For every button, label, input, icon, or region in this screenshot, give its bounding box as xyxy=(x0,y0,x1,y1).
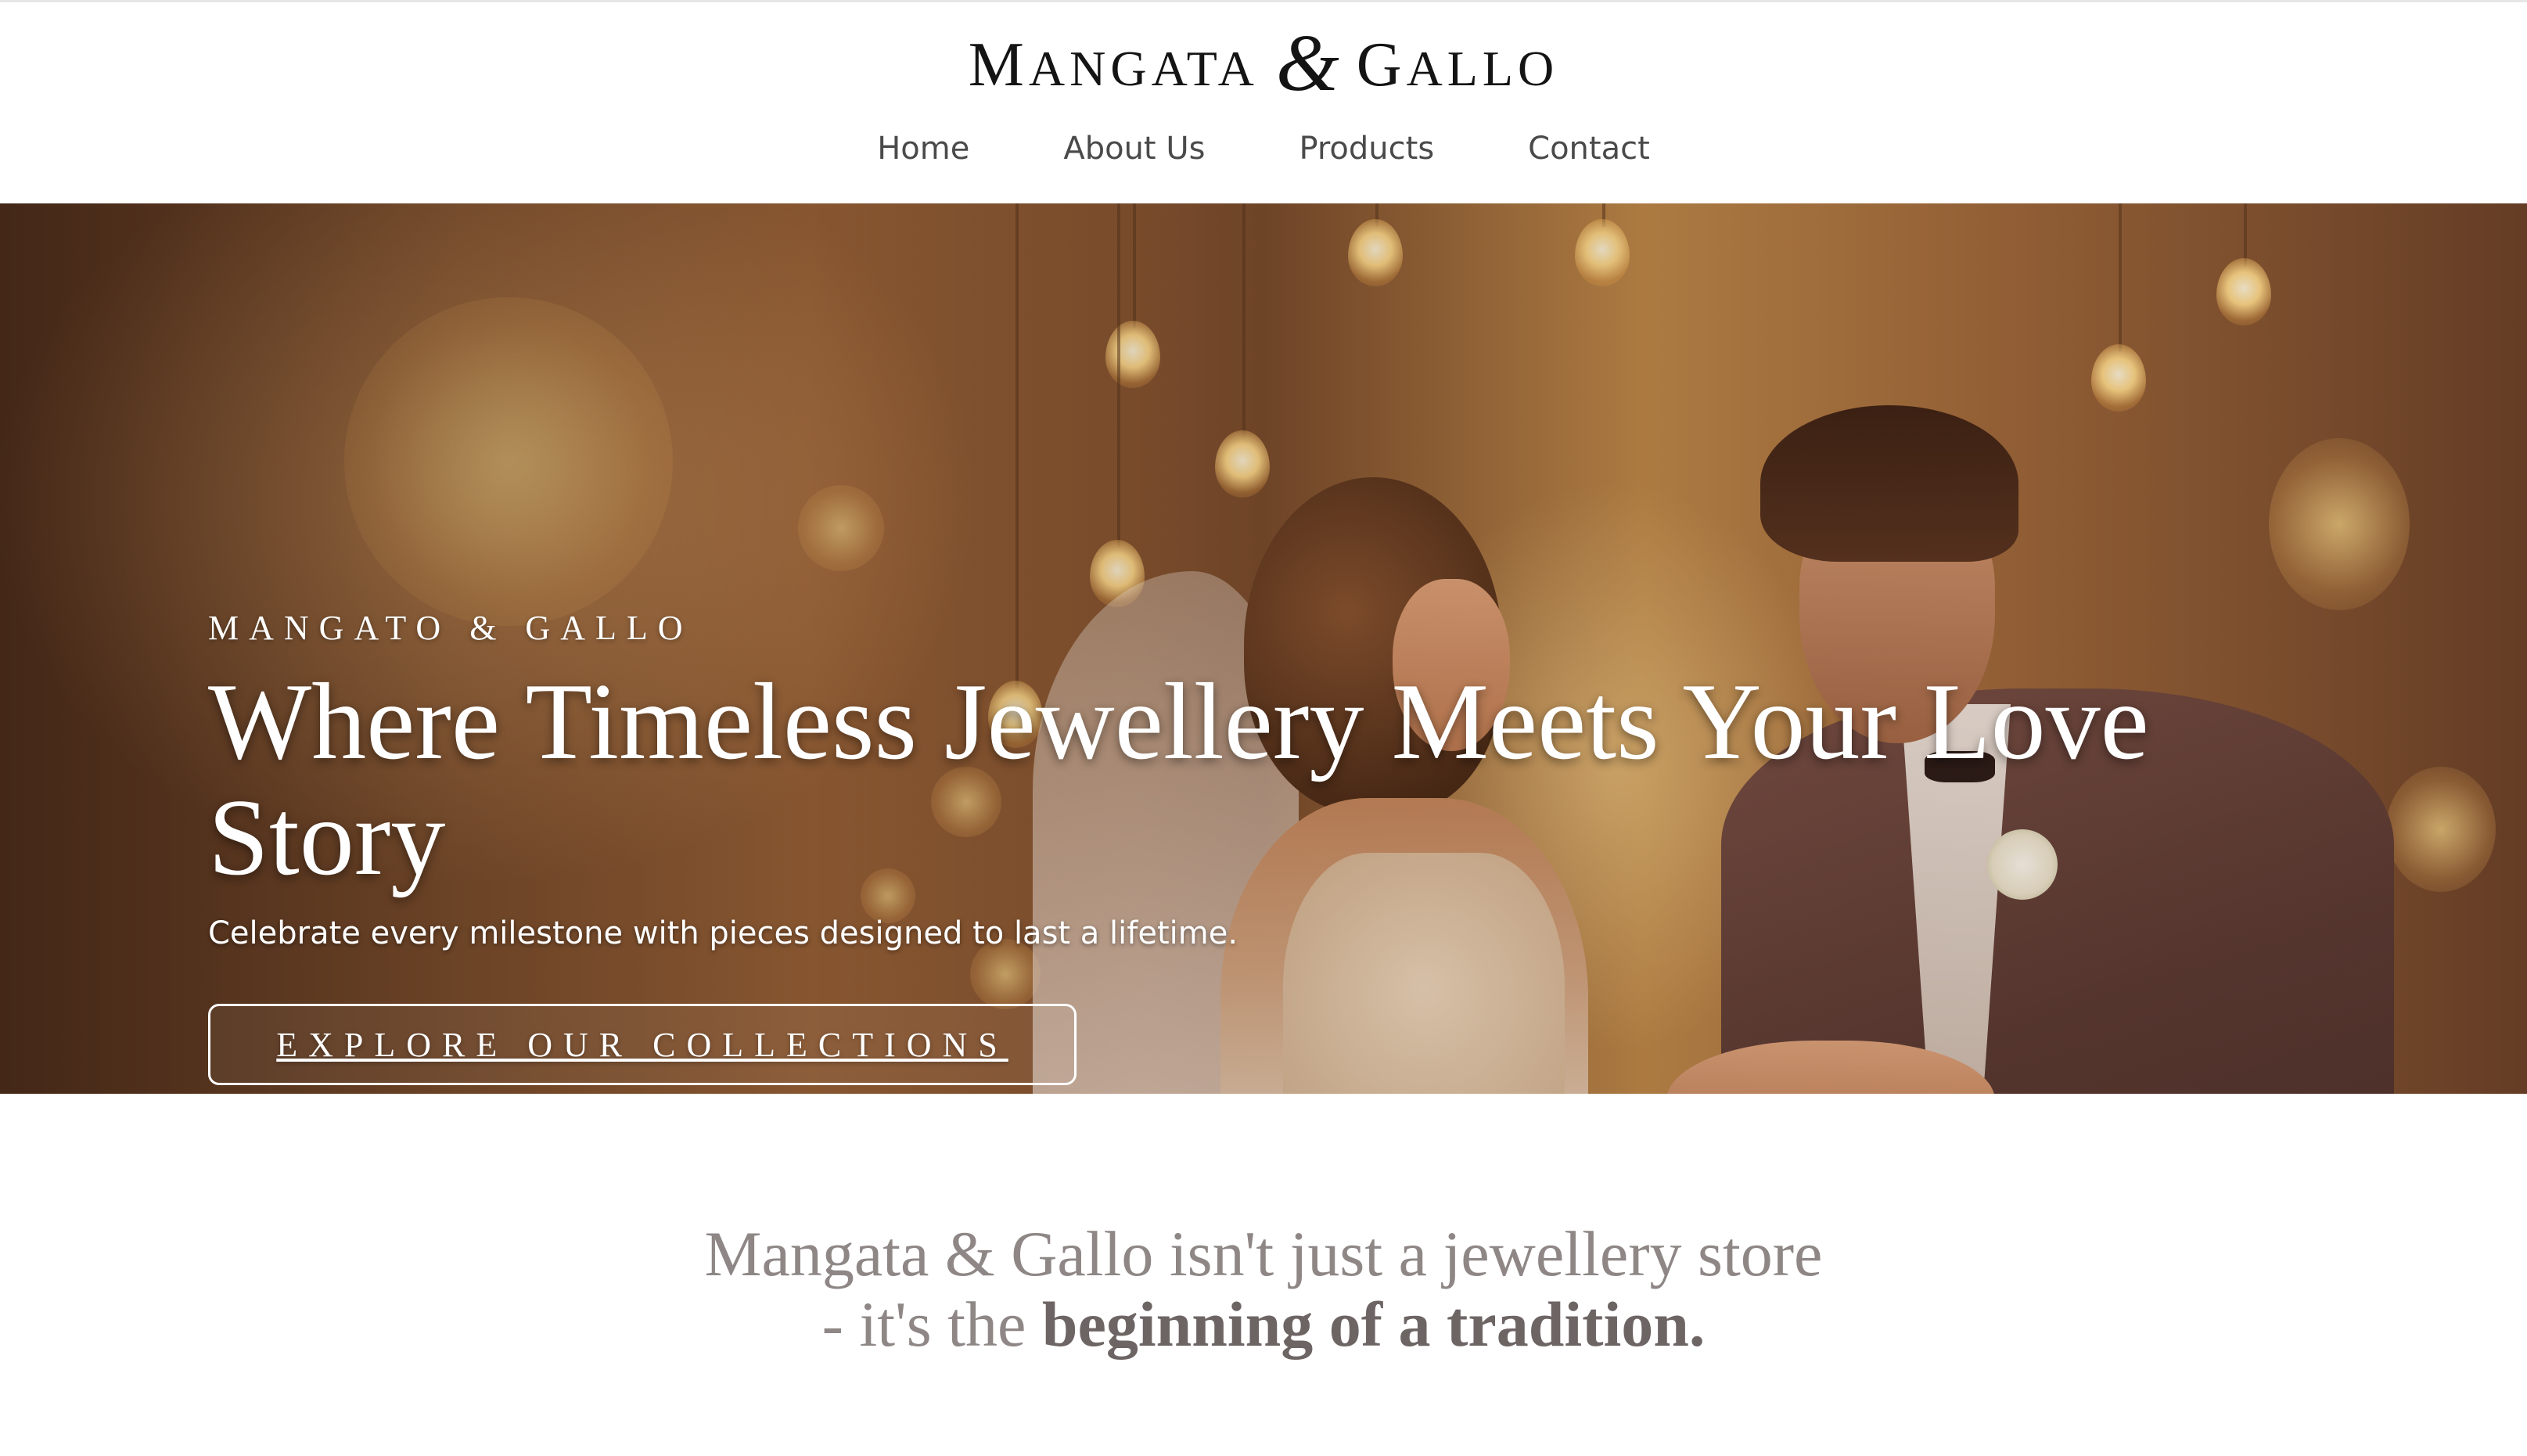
nav-contact[interactable]: Contact xyxy=(1528,121,1650,176)
explore-collections-button[interactable]: EXPLORE OUR COLLECTIONS xyxy=(208,1004,1077,1085)
nav-about-us[interactable]: About Us xyxy=(1063,121,1205,176)
site-header: MANGATA & GALLO Home About Us Products Con… xyxy=(0,2,2527,203)
logo-ampersand: & xyxy=(1275,18,1339,108)
main-nav: Home About Us Products Contact xyxy=(0,121,2527,176)
intro-section: Mangata & Gallo isn't just a jewellery s… xyxy=(0,1094,2527,1456)
nav-products[interactable]: Products xyxy=(1299,121,1434,176)
logo-word-1: MANGATA xyxy=(968,31,1259,99)
intro-text-bold: beginning of a tradition. xyxy=(1041,1289,1706,1360)
hero-headline: Where Timeless Jewellery Meets Your Love… xyxy=(208,661,2149,898)
nav-home[interactable]: Home xyxy=(877,121,969,176)
hero-content: MANGATO & GALLO Where Timeless Jewellery… xyxy=(208,599,2164,1085)
hero-banner: MANGATO & GALLO Where Timeless Jewellery… xyxy=(0,203,2527,1094)
hero-subline: Celebrate every milestone with pieces de… xyxy=(208,915,1238,951)
hero-eyebrow: MANGATO & GALLO xyxy=(208,609,693,647)
intro-statement: Mangata & Gallo isn't just a jewellery s… xyxy=(704,1219,1823,1360)
brand-logo[interactable]: MANGATA & GALLO xyxy=(0,23,2527,104)
logo-word-2: GALLO xyxy=(1356,31,1559,99)
